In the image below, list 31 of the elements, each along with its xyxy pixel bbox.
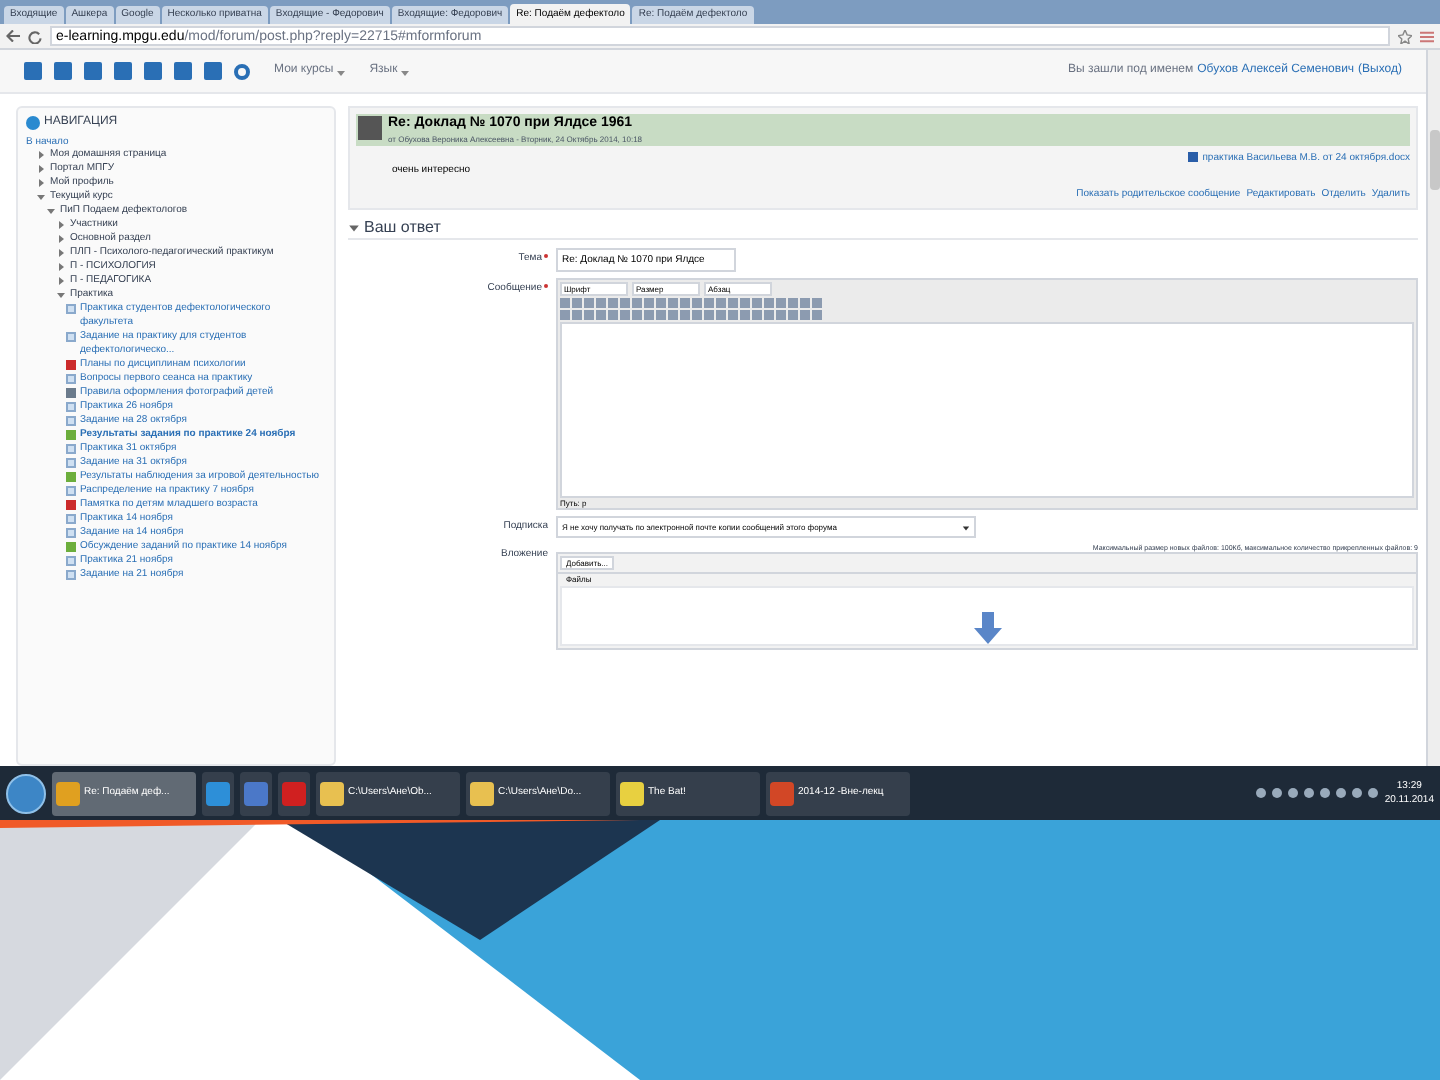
page-icon [66, 485, 76, 496]
menu-icon[interactable] [1420, 29, 1434, 43]
taskbar-button[interactable] [240, 771, 272, 815]
star-icon[interactable] [1398, 29, 1412, 43]
page-icon [66, 303, 76, 314]
avatar-placeholder [358, 116, 382, 140]
collapsed-arrow-icon[interactable] [36, 163, 46, 174]
down-arrow-icon [971, 612, 1003, 645]
collapsed-arrow-icon[interactable] [36, 177, 46, 188]
collapsed-arrow-icon[interactable] [56, 233, 66, 244]
collapsed-arrow-icon[interactable] [56, 261, 66, 272]
expanded-arrow-icon[interactable] [36, 191, 46, 202]
expanded-arrow-icon[interactable] [56, 289, 66, 300]
expanded-arrow-icon[interactable] [46, 205, 56, 216]
collapsed-arrow-icon[interactable] [56, 275, 66, 286]
navigation-icon [26, 116, 40, 131]
collapsed-arrow-icon[interactable] [56, 247, 66, 258]
scrollbar[interactable] [1426, 50, 1440, 766]
collapsed-arrow-icon[interactable] [36, 149, 46, 160]
page-icon [66, 373, 76, 384]
section-heading: Ваш ответ [364, 217, 441, 237]
back-icon[interactable] [6, 30, 20, 42]
drop-zone[interactable] [560, 586, 1414, 647]
caret-icon[interactable] [348, 222, 360, 234]
page-icon [66, 331, 76, 342]
reload-icon[interactable] [28, 29, 42, 43]
start-button[interactable] [6, 773, 46, 813]
collapsed-arrow-icon[interactable] [56, 219, 66, 230]
taskbar-button[interactable] [278, 771, 310, 815]
editor-area[interactable] [560, 321, 1414, 498]
taskbar-button[interactable] [202, 771, 234, 815]
